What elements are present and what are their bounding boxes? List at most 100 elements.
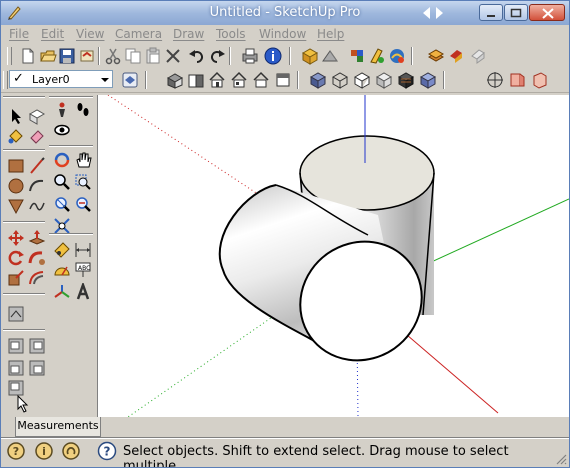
toolbar-grip[interactable]: [7, 47, 12, 65]
shaded-icon[interactable]: [375, 71, 393, 89]
menu-camera[interactable]: Camera: [115, 27, 162, 41]
move-icon[interactable]: [7, 229, 25, 247]
warehouse-icon[interactable]: [321, 47, 339, 65]
top-icon[interactable]: [187, 71, 205, 89]
user-icon[interactable]: [61, 441, 81, 461]
zoom-extents-icon[interactable]: [53, 195, 71, 213]
text-icon[interactable]: ABC: [74, 261, 92, 279]
look-around-icon[interactable]: [53, 121, 71, 139]
group-c-icon[interactable]: [7, 359, 25, 377]
zoom-icon[interactable]: [53, 173, 71, 191]
rectangle-icon[interactable]: [7, 157, 25, 175]
menu-edit[interactable]: Edit: [41, 27, 64, 41]
menu-view[interactable]: View: [76, 27, 104, 41]
follow-me-icon[interactable]: [28, 249, 46, 267]
select-icon[interactable]: [7, 107, 25, 125]
menu-draw[interactable]: Draw: [173, 27, 204, 41]
circle-icon[interactable]: [7, 177, 25, 195]
offset-icon[interactable]: [28, 269, 46, 287]
position-camera-icon[interactable]: [53, 101, 71, 119]
menu-bar: File Edit View Camera Draw Tools Window …: [1, 25, 569, 43]
dropdown-arrow-icon[interactable]: [101, 78, 109, 82]
layer-manager-icon[interactable]: [121, 71, 139, 89]
tape-icon[interactable]: [368, 47, 386, 65]
menu-tools[interactable]: Tools: [216, 27, 246, 41]
menu-help[interactable]: Help: [317, 27, 344, 41]
print-icon[interactable]: [241, 47, 259, 65]
group-b-icon[interactable]: [28, 337, 46, 355]
eraser-icon[interactable]: [28, 127, 46, 145]
right-icon[interactable]: [230, 71, 248, 89]
drawing-area[interactable]: [98, 95, 569, 417]
minimize-button[interactable]: [479, 4, 503, 21]
axes-icon[interactable]: [53, 283, 71, 301]
protractor-icon[interactable]: [53, 261, 71, 279]
share-icon[interactable]: [78, 47, 96, 65]
open-icon[interactable]: [39, 47, 57, 65]
checkmark-icon: ✓: [13, 71, 24, 86]
undo-icon[interactable]: [188, 47, 206, 65]
outliner-icon[interactable]: [447, 47, 465, 65]
model-info-icon[interactable]: [264, 47, 282, 65]
section-display-icon[interactable]: [508, 71, 526, 89]
monochrome-icon[interactable]: [419, 71, 437, 89]
polygon-icon[interactable]: [7, 197, 25, 215]
section-cut-icon[interactable]: [531, 71, 549, 89]
close-button[interactable]: [529, 4, 565, 21]
save-icon[interactable]: [58, 47, 76, 65]
pan-icon[interactable]: [74, 151, 92, 169]
redo-icon[interactable]: [208, 47, 226, 65]
left-icon[interactable]: [274, 71, 292, 89]
dimension-icon[interactable]: [74, 241, 92, 259]
tape-measure-icon[interactable]: [53, 241, 71, 259]
cut-icon[interactable]: [104, 47, 122, 65]
zoom-window-icon[interactable]: [74, 173, 92, 191]
components-icon[interactable]: [301, 47, 319, 65]
back-icon[interactable]: [252, 71, 270, 89]
geo-location-icon[interactable]: ?: [6, 441, 26, 461]
menu-file[interactable]: File: [9, 27, 29, 41]
arc-icon[interactable]: [28, 177, 46, 195]
tool-palette: ABC: [1, 95, 98, 417]
3d-text-icon[interactable]: [74, 283, 92, 301]
line-icon[interactable]: [28, 157, 46, 175]
walk-icon[interactable]: [7, 305, 25, 323]
make-component-icon[interactable]: [28, 107, 46, 125]
wireframe-icon[interactable]: [331, 71, 349, 89]
credits-icon[interactable]: i: [34, 441, 54, 461]
erase-icon[interactable]: [164, 47, 182, 65]
title-arrows-icon[interactable]: [421, 6, 445, 20]
previous-view-icon[interactable]: [74, 195, 92, 213]
menu-window[interactable]: Window: [259, 27, 306, 41]
iso-icon[interactable]: [166, 71, 184, 89]
model-view[interactable]: [98, 95, 569, 417]
footprints-icon[interactable]: [74, 101, 92, 119]
freehand-icon[interactable]: [28, 197, 46, 215]
measurements-tab[interactable]: Measurements: [15, 417, 101, 437]
section-plane-icon[interactable]: [486, 71, 504, 89]
status-message: Select objects. Shift to extend select. …: [123, 444, 509, 468]
layers-icon[interactable]: [427, 47, 445, 65]
materials-icon[interactable]: [469, 47, 487, 65]
paste-icon[interactable]: [144, 47, 162, 65]
xray-icon[interactable]: [309, 71, 327, 89]
new-icon[interactable]: [19, 47, 37, 65]
hidden-line-icon[interactable]: [353, 71, 371, 89]
group-a-icon[interactable]: [7, 337, 25, 355]
group-d-icon[interactable]: [28, 359, 46, 377]
orbit-tool-icon[interactable]: [53, 151, 71, 169]
textured-icon[interactable]: [397, 71, 415, 89]
front-icon[interactable]: [208, 71, 226, 89]
orbit-icon[interactable]: [388, 47, 406, 65]
rotate-icon[interactable]: [7, 249, 25, 267]
copy-icon[interactable]: [124, 47, 142, 65]
scale-icon[interactable]: [7, 269, 25, 287]
layer-dropdown[interactable]: ✓ Layer0: [9, 70, 113, 88]
resize-grip-icon[interactable]: [555, 453, 567, 465]
maximize-button[interactable]: [504, 4, 528, 21]
paint-bucket-icon[interactable]: [7, 127, 25, 145]
push-pull-icon[interactable]: [28, 229, 46, 247]
help-icon[interactable]: ?: [97, 441, 117, 461]
extension-icon[interactable]: [348, 47, 366, 65]
status-bar: Measurements ? i ? Select objects. Shift…: [1, 417, 569, 467]
